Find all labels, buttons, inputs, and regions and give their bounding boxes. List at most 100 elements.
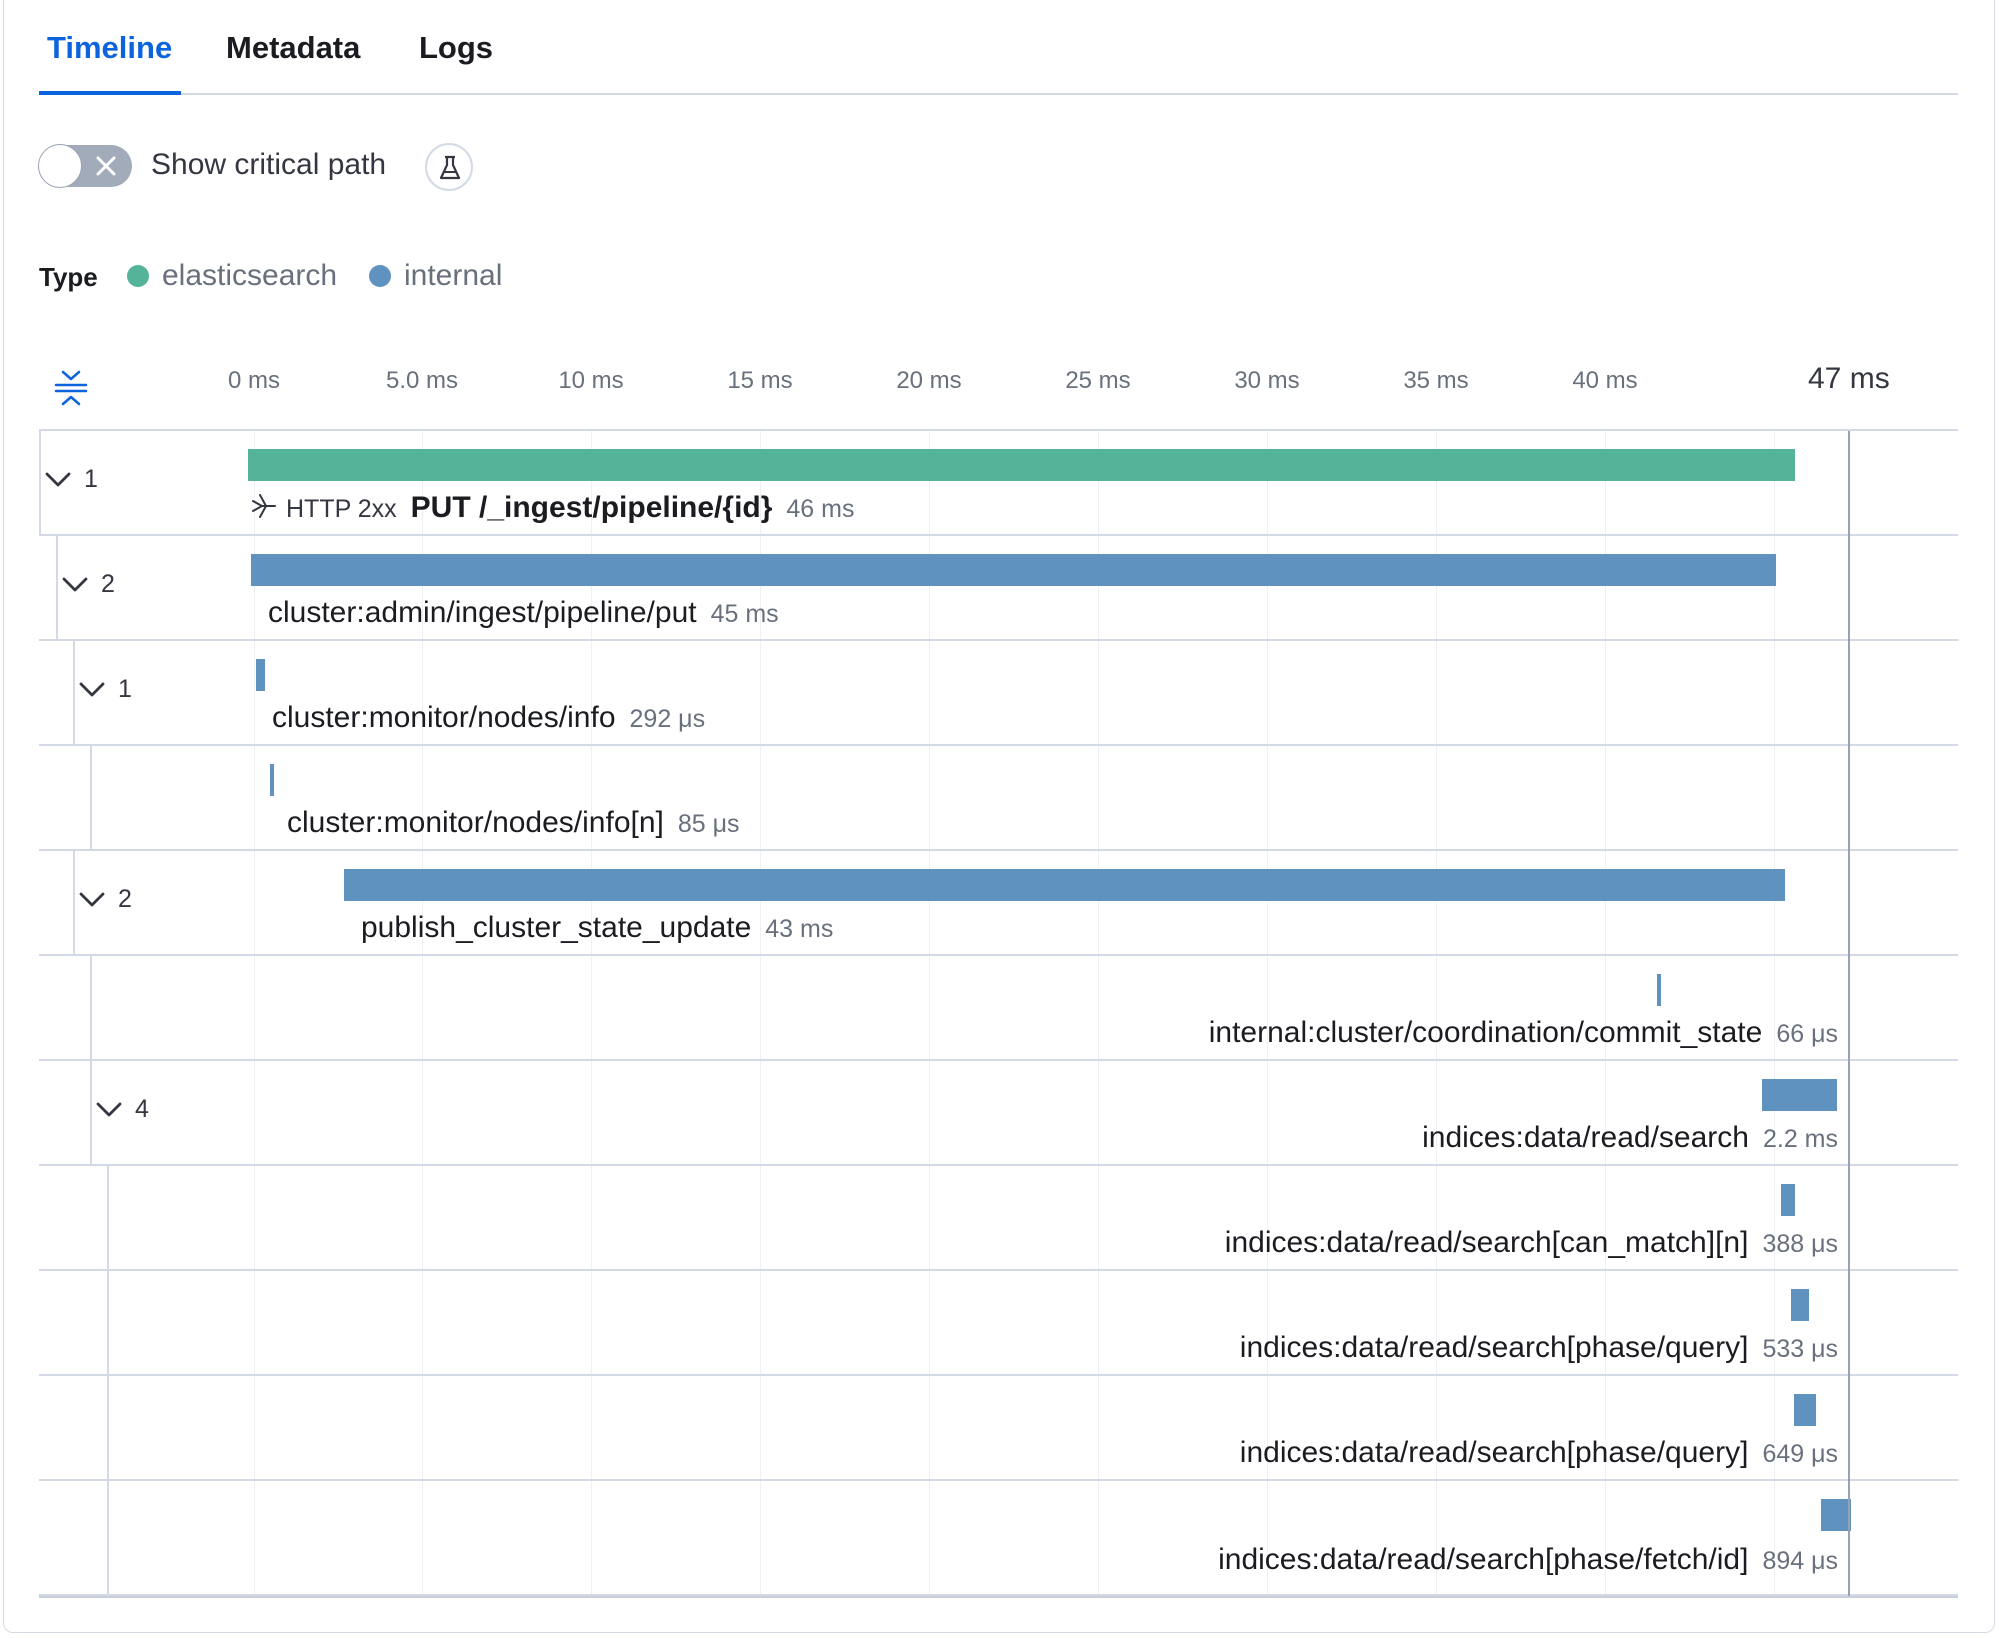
span-name: indices:data/read/search[phase/fetch/id]	[1218, 1543, 1749, 1576]
span-bar[interactable]	[270, 764, 274, 796]
chevron-down-icon	[96, 1102, 122, 1117]
span-row[interactable]: indices:data/read/search[can_match][n] 38…	[39, 1166, 1958, 1271]
incoming-request-icon	[252, 494, 276, 518]
axis-tick: 0 ms	[227, 367, 281, 394]
span-duration: 85 μs	[677, 810, 740, 838]
beta-badge[interactable]	[425, 143, 473, 191]
span-duration: 388 μs	[1762, 1230, 1838, 1258]
span-duration: 46 ms	[786, 495, 855, 523]
span-duration: 894 μs	[1762, 1547, 1838, 1575]
legend-label-elasticsearch: elasticsearch	[162, 259, 338, 292]
waterfall: 1 HTTP 2xx PUT /_ingest/pipeline/{id} 46 m…	[0, 431, 1999, 1596]
span-bar[interactable]	[1791, 1289, 1809, 1321]
indent-guide	[56, 536, 58, 641]
span-bar[interactable]	[1821, 1499, 1851, 1531]
chevron-down-icon	[79, 682, 105, 697]
legend-dot-elasticsearch	[127, 265, 149, 287]
indent-guide	[73, 641, 75, 746]
span-duration: 43 ms	[765, 915, 834, 943]
span-label[interactable]: cluster:monitor/nodes/info 292 μs	[272, 699, 705, 738]
span-bar[interactable]	[1762, 1079, 1837, 1111]
span-label[interactable]: indices:data/read/search[phase/query] 533…	[1240, 1329, 1838, 1368]
axis-tick: 5.0 ms	[385, 367, 459, 394]
axis-tick: 40 ms	[1572, 367, 1638, 394]
total-duration-label: 47 ms	[1808, 362, 1890, 395]
close-icon	[96, 156, 116, 176]
indent-guide	[90, 956, 92, 1061]
span-row[interactable]: internal:cluster/coordination/commit_sta…	[39, 956, 1958, 1061]
span-label[interactable]: indices:data/read/search[can_match][n] 38…	[1225, 1224, 1838, 1263]
span-bar[interactable]	[256, 659, 265, 691]
span-label[interactable]: cluster:monitor/nodes/info[n] 85 μs	[287, 804, 740, 843]
chevron-down-icon	[45, 472, 71, 487]
span-duration: 2.2 ms	[1762, 1125, 1838, 1153]
tab-metadata[interactable]: Metadata	[226, 30, 360, 66]
span-row[interactable]: indices:data/read/search[phase/fetch/id]…	[39, 1481, 1958, 1596]
span-label[interactable]: publish_cluster_state_update 43 ms	[361, 909, 833, 948]
indent-guide	[107, 1166, 109, 1271]
chevron-down-icon	[79, 892, 105, 907]
child-count: 2	[118, 885, 132, 913]
legend-label-internal: internal	[404, 259, 503, 292]
indent-guide	[107, 1376, 109, 1481]
span-name: PUT /_ingest/pipeline/{id}	[410, 491, 773, 524]
legend-title: Type	[39, 262, 98, 292]
tab-logs[interactable]: Logs	[419, 30, 493, 66]
child-count: 1	[84, 465, 98, 493]
indent-guide	[90, 746, 92, 851]
span-row[interactable]: cluster:monitor/nodes/info[n] 85 μs	[39, 746, 1958, 851]
span-bar[interactable]	[248, 449, 1795, 481]
span-label[interactable]: internal:cluster/coordination/commit_sta…	[1209, 1014, 1838, 1053]
span-name: publish_cluster_state_update	[361, 911, 752, 944]
span-bar[interactable]	[251, 554, 1776, 586]
child-count: 1	[118, 675, 132, 703]
span-label[interactable]: indices:data/read/search 2.2 ms	[1422, 1119, 1838, 1158]
span-row[interactable]: 1 HTTP 2xx PUT /_ingest/pipeline/{id} 46 m…	[39, 431, 1958, 536]
span-duration: 66 μs	[1776, 1020, 1838, 1048]
switch-knob	[38, 144, 82, 188]
span-name: cluster:admin/ingest/pipeline/put	[268, 596, 697, 629]
span-name: internal:cluster/coordination/commit_sta…	[1208, 1016, 1763, 1049]
span-bar[interactable]	[344, 869, 1785, 901]
critical-path-label: Show critical path	[151, 148, 387, 181]
axis-tick: 15 ms	[727, 367, 793, 394]
tab-timeline[interactable]: Timeline	[47, 30, 172, 66]
indent-guide	[107, 1481, 109, 1596]
span-name: indices:data/read/search[can_match][n]	[1224, 1226, 1749, 1259]
collapse-all-icon[interactable]	[53, 368, 89, 408]
span-duration: 533 μs	[1762, 1335, 1838, 1363]
span-name: cluster:monitor/nodes/info	[272, 701, 616, 734]
indent-guide	[107, 1271, 109, 1376]
axis-tick: 35 ms	[1403, 367, 1469, 394]
axis-tick: 30 ms	[1234, 367, 1300, 394]
axis-tick: 20 ms	[896, 367, 962, 394]
span-row[interactable]: indices:data/read/search[phase/query] 533…	[39, 1271, 1958, 1376]
span-bar[interactable]	[1794, 1394, 1816, 1426]
span-label[interactable]: cluster:admin/ingest/pipeline/put 45 ms	[268, 594, 779, 633]
span-row[interactable]: 2 cluster:admin/ingest/pipeline/put 45 ms	[39, 536, 1958, 641]
span-bar[interactable]	[1657, 974, 1661, 1006]
span-row[interactable]: 2 publish_cluster_state_update 43 ms	[39, 851, 1958, 956]
span-duration: 649 μs	[1762, 1440, 1838, 1468]
span-duration: 45 ms	[710, 600, 779, 628]
trace-end-marker	[1848, 431, 1850, 1596]
active-tab-indicator	[39, 91, 181, 95]
indent-guide	[90, 1061, 92, 1166]
child-count: 2	[101, 570, 115, 598]
legend-dot-internal	[369, 265, 391, 287]
span-duration: 292 μs	[629, 705, 706, 733]
span-label[interactable]: HTTP 2xx PUT /_ingest/pipeline/{id} 46 ms	[248, 489, 855, 528]
http-status: HTTP 2xx	[286, 495, 397, 523]
critical-path-switch[interactable]	[38, 144, 132, 188]
span-row[interactable]: indices:data/read/search[phase/query] 649…	[39, 1376, 1958, 1481]
span-label[interactable]: indices:data/read/search[phase/fetch/id]…	[1218, 1541, 1838, 1580]
span-name: cluster:monitor/nodes/info[n]	[287, 806, 664, 839]
indent-guide	[73, 851, 75, 956]
span-name: indices:data/read/search[phase/query]	[1239, 1436, 1749, 1469]
span-bar[interactable]	[1781, 1184, 1795, 1216]
span-name: indices:data/read/search	[1422, 1121, 1749, 1154]
span-row[interactable]: 1 cluster:monitor/nodes/info 292 μs	[39, 641, 1958, 746]
span-label[interactable]: indices:data/read/search[phase/query] 649…	[1240, 1434, 1838, 1473]
tab-bar: Timeline Metadata Logs	[39, 0, 1958, 95]
span-row[interactable]: 4 indices:data/read/search 2.2 ms	[39, 1061, 1958, 1166]
